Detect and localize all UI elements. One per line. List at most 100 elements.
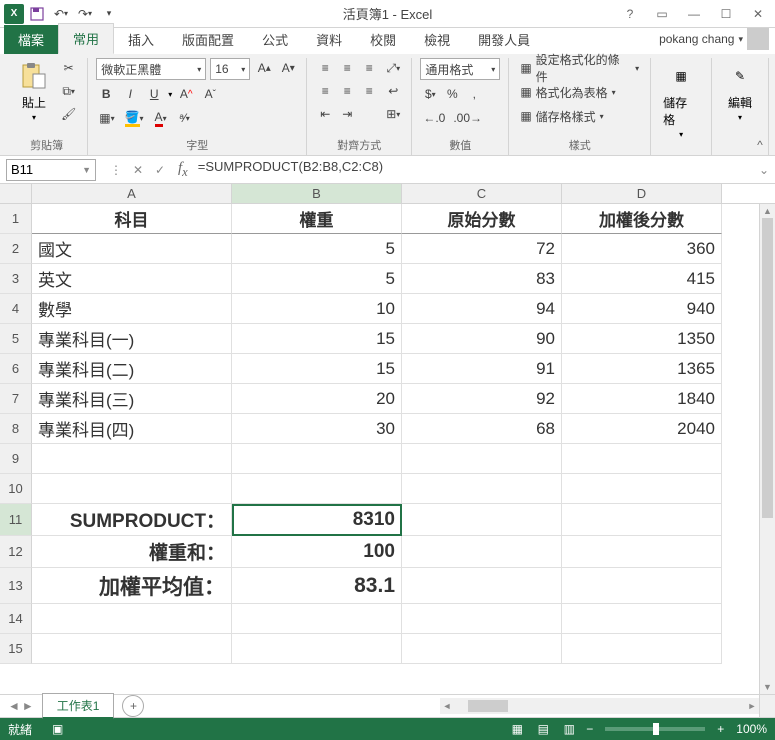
orientation-button[interactable]: ⤢▾: [383, 58, 403, 78]
row-header[interactable]: 6: [0, 354, 32, 384]
merge-button[interactable]: ⊞▾: [383, 104, 403, 124]
row-header[interactable]: 15: [0, 634, 32, 664]
zoom-out-button[interactable]: −: [582, 722, 597, 736]
font-name-select[interactable]: 微軟正黑體▾: [96, 58, 206, 80]
cell[interactable]: 15: [232, 324, 402, 354]
underline-button[interactable]: U: [144, 84, 164, 104]
accept-formula-button[interactable]: ✓: [150, 163, 170, 177]
cell[interactable]: 專業科目(一): [32, 324, 232, 354]
row-header[interactable]: 7: [0, 384, 32, 414]
formula-dropdown-button[interactable]: ⋮: [106, 163, 126, 177]
expand-formula-bar-button[interactable]: ⌄: [757, 163, 775, 177]
cell[interactable]: SUMPRODUCT：: [32, 504, 232, 536]
cell[interactable]: 專業科目(四): [32, 414, 232, 444]
format-as-table-button[interactable]: ▦格式化為表格▾: [517, 82, 618, 102]
row-header[interactable]: 1: [0, 204, 32, 234]
minimize-button[interactable]: —: [681, 4, 707, 24]
cell[interactable]: 68: [402, 414, 562, 444]
cell[interactable]: 83: [402, 264, 562, 294]
cell[interactable]: 專業科目(二): [32, 354, 232, 384]
tab-formulas[interactable]: 公式: [248, 25, 302, 54]
cell[interactable]: 360: [562, 234, 722, 264]
cell-styles-button[interactable]: ▦儲存格樣式▾: [517, 106, 606, 126]
cell[interactable]: [562, 474, 722, 504]
row-header[interactable]: 2: [0, 234, 32, 264]
grow-font-button[interactable]: A▴: [254, 58, 274, 78]
cell[interactable]: 83.1: [232, 568, 402, 604]
tab-home[interactable]: 常用: [58, 23, 114, 54]
sheet-tab[interactable]: 工作表1: [42, 693, 115, 719]
user-area[interactable]: pokang chang ▾: [659, 28, 769, 50]
cell[interactable]: 科目: [32, 204, 232, 234]
increase-decimal-button[interactable]: ←.0: [420, 108, 448, 128]
row-header[interactable]: 10: [0, 474, 32, 504]
worksheet-grid[interactable]: A B C D 1科目權重原始分數加權後分數2國文5723603英文583415…: [0, 184, 775, 694]
cell[interactable]: 國文: [32, 234, 232, 264]
cells-button[interactable]: ▦儲存格▾: [659, 58, 703, 141]
vertical-scrollbar[interactable]: ▲ ▼: [759, 204, 775, 694]
cell[interactable]: [232, 604, 402, 634]
paste-button[interactable]: 貼上 ▾: [14, 58, 54, 124]
align-left-button[interactable]: ≡: [315, 81, 335, 101]
font-size-select[interactable]: 16▾: [210, 58, 250, 80]
zoom-slider[interactable]: [605, 727, 705, 731]
cell[interactable]: [402, 604, 562, 634]
cell[interactable]: [232, 444, 402, 474]
row-header[interactable]: 3: [0, 264, 32, 294]
name-box[interactable]: B11 ▼: [6, 159, 96, 181]
cell[interactable]: [32, 474, 232, 504]
cell[interactable]: 1350: [562, 324, 722, 354]
row-header[interactable]: 9: [0, 444, 32, 474]
increase-font-a-button[interactable]: A^: [176, 84, 196, 104]
cell[interactable]: 8310: [232, 504, 402, 536]
align-bottom-button[interactable]: ≡: [359, 58, 379, 78]
cell[interactable]: [32, 604, 232, 634]
cell[interactable]: [562, 504, 722, 536]
copy-button[interactable]: ⧉▾: [58, 81, 79, 101]
phonetic-button[interactable]: ᵃ⁄▾: [175, 108, 195, 128]
row-header[interactable]: 4: [0, 294, 32, 324]
cell[interactable]: [402, 536, 562, 568]
cell[interactable]: [562, 604, 722, 634]
cell[interactable]: [402, 444, 562, 474]
close-button[interactable]: ✕: [745, 4, 771, 24]
decrease-font-a-button[interactable]: Aˇ: [200, 84, 220, 104]
shrink-font-button[interactable]: A▾: [278, 58, 298, 78]
cell[interactable]: 30: [232, 414, 402, 444]
cell[interactable]: 5: [232, 264, 402, 294]
cell[interactable]: 20: [232, 384, 402, 414]
tab-developer[interactable]: 開發人員: [464, 25, 544, 54]
zoom-level[interactable]: 100%: [736, 722, 767, 736]
cell[interactable]: [32, 634, 232, 664]
cell[interactable]: 權重和：: [32, 536, 232, 568]
row-header[interactable]: 12: [0, 536, 32, 568]
undo-button[interactable]: ↶▾: [50, 3, 72, 25]
scroll-up-icon[interactable]: ▲: [760, 204, 775, 218]
ribbon-display-button[interactable]: ▭: [649, 4, 675, 24]
cell[interactable]: 1365: [562, 354, 722, 384]
formula-input[interactable]: =SUMPRODUCT(B2:B8,C2:C8): [192, 159, 757, 181]
number-format-select[interactable]: 通用格式▾: [420, 58, 500, 80]
fill-color-button[interactable]: 🪣▾: [122, 108, 147, 128]
wrap-text-button[interactable]: ↩: [383, 81, 403, 101]
percent-button[interactable]: %: [442, 84, 462, 104]
column-header-b[interactable]: B: [232, 184, 402, 203]
horizontal-scrollbar[interactable]: ◄ ►: [440, 698, 759, 714]
italic-button[interactable]: I: [120, 84, 140, 104]
tab-data[interactable]: 資料: [302, 25, 356, 54]
currency-button[interactable]: $▾: [420, 84, 440, 104]
scroll-left-icon[interactable]: ◄: [440, 701, 454, 711]
cell[interactable]: 15: [232, 354, 402, 384]
cell[interactable]: [232, 474, 402, 504]
align-center-button[interactable]: ≡: [337, 81, 357, 101]
zoom-in-button[interactable]: +: [713, 722, 728, 736]
collapse-ribbon-button[interactable]: ^: [751, 137, 769, 153]
row-header[interactable]: 8: [0, 414, 32, 444]
cell[interactable]: 94: [402, 294, 562, 324]
cell[interactable]: 專業科目(三): [32, 384, 232, 414]
cell[interactable]: 415: [562, 264, 722, 294]
next-sheet-button[interactable]: ►: [22, 699, 34, 713]
help-button[interactable]: ?: [617, 4, 643, 24]
cell[interactable]: 940: [562, 294, 722, 324]
macro-record-icon[interactable]: ▣: [52, 722, 63, 736]
